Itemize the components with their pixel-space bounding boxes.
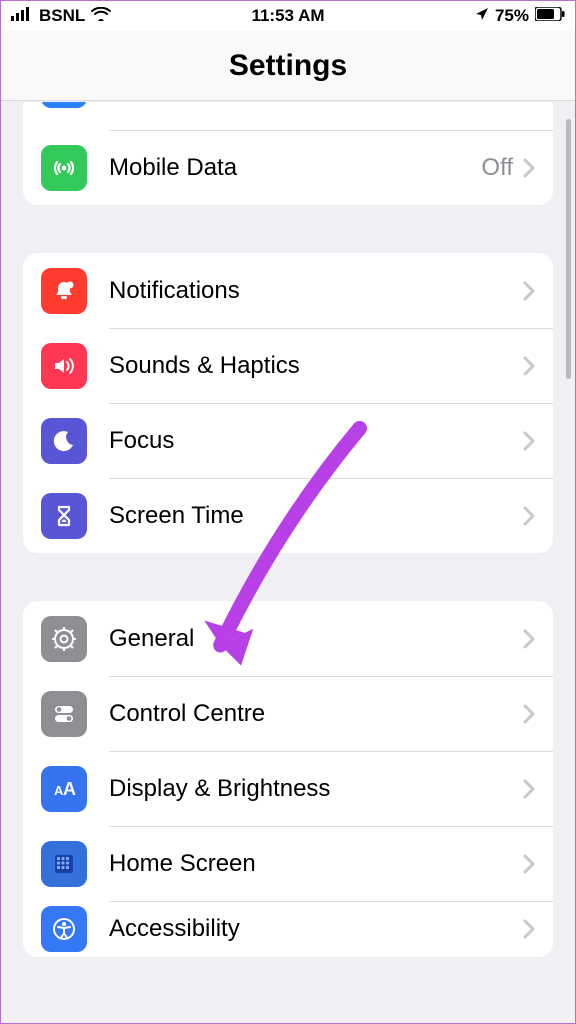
settings-row-notifications[interactable]: Notifications [23,253,553,328]
chevron-right-icon [523,854,535,874]
chevron-right-icon [523,779,535,799]
antenna-icon [41,145,87,191]
battery-icon [535,6,565,26]
chevron-right-icon [523,281,535,301]
chevron-right-icon [523,919,535,939]
moon-icon [41,418,87,464]
settings-group-connectivity: Mobile Data Off [23,102,553,205]
row-label: Home Screen [109,850,523,878]
wifi-icon [91,6,111,26]
grid-icon [41,841,87,887]
battery-percent: 75% [495,6,529,26]
row-label: General [109,625,523,653]
settings-row-control-centre[interactable]: Control Centre [23,676,553,751]
row-label: Display & Brightness [109,775,523,803]
accessibility-icon [41,906,87,952]
toggles-icon [41,691,87,737]
settings-row-home-screen[interactable]: Home Screen [23,826,553,901]
scrollbar-indicator [566,119,571,379]
signal-icon [11,6,33,26]
hourglass-icon [41,493,87,539]
settings-row-display[interactable]: AA Display & Brightness [23,751,553,826]
nav-header: Settings [1,31,575,101]
chevron-right-icon [523,506,535,526]
settings-row-accessibility[interactable]: Accessibility [23,901,553,957]
row-label: Control Centre [109,700,523,728]
speaker-icon [41,343,87,389]
chevron-right-icon [523,704,535,724]
location-icon [475,6,489,26]
row-value: Off [481,154,513,182]
chevron-right-icon [523,356,535,376]
row-label: Screen Time [109,502,523,530]
settings-row-screentime[interactable]: Screen Time [23,478,553,553]
textsize-icon: AA [41,766,87,812]
settings-group-general: General Control Centre AA Display & Brig… [23,601,553,957]
chevron-right-icon [523,158,535,178]
status-bar: BSNL 11:53 AM 75% [1,1,575,31]
settings-group-notifications: Notifications Sounds & Haptics Focus [23,253,553,553]
settings-row-partial[interactable] [23,102,553,130]
settings-row-general[interactable]: General [23,601,553,676]
row-label: Sounds & Haptics [109,352,523,380]
settings-row-mobile-data[interactable]: Mobile Data Off [23,130,553,205]
row-label: Focus [109,427,523,455]
page-title: Settings [229,49,347,83]
gear-icon [41,616,87,662]
chevron-right-icon [523,629,535,649]
settings-row-focus[interactable]: Focus [23,403,553,478]
row-label: Mobile Data [109,154,481,182]
clock-label: 11:53 AM [251,6,324,26]
row-label: Notifications [109,277,523,305]
carrier-label: BSNL [39,6,85,26]
bell-icon [41,268,87,314]
settings-scroll[interactable]: Mobile Data Off Notifications Sounds & H… [1,102,575,1023]
unknown-icon [41,102,87,108]
chevron-right-icon [523,431,535,451]
svg-text:A: A [63,779,76,799]
row-label: Accessibility [109,915,523,943]
settings-row-sounds[interactable]: Sounds & Haptics [23,328,553,403]
